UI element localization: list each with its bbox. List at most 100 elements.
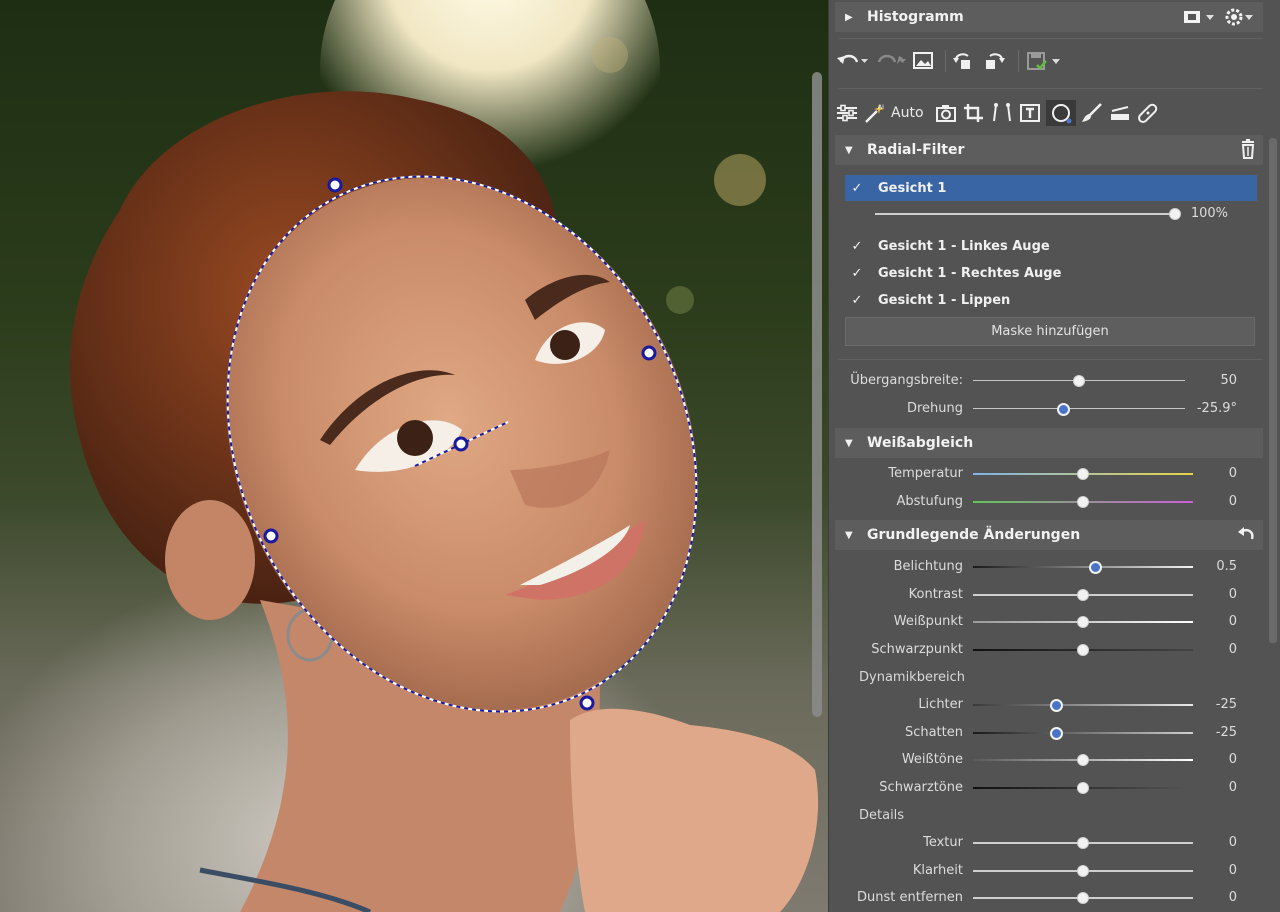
divider: [839, 38, 1263, 39]
white-balance-header[interactable]: ▼ Weißabgleich: [835, 428, 1263, 458]
slider-label: Weißtöne: [901, 752, 963, 767]
details-label: Details: [859, 808, 905, 823]
slider-knob[interactable]: [1077, 782, 1089, 794]
slider-knob[interactable]: [1169, 208, 1181, 220]
slider-knob[interactable]: [1050, 699, 1063, 712]
mask-item[interactable]: ✓ Gesicht 1 - Rechtes Auge: [845, 260, 1257, 286]
mask-label: Gesicht 1 - Lippen: [878, 292, 1011, 308]
slider-value: 0: [1228, 642, 1237, 657]
photo-canvas[interactable]: [0, 0, 828, 912]
blacks-slider[interactable]: Schwarztöne 0: [829, 775, 1269, 801]
slider-label: Textur: [923, 835, 963, 850]
perspective-icon[interactable]: [990, 100, 1014, 126]
canvas-scrollbar[interactable]: [812, 72, 822, 717]
ai-auto-wand-icon[interactable]: AI: [863, 100, 887, 126]
slider-knob[interactable]: [1077, 837, 1089, 849]
brush-icon[interactable]: [1080, 100, 1104, 126]
healing-bandage-icon[interactable]: [1136, 100, 1160, 126]
text-tool-icon[interactable]: [1018, 100, 1042, 126]
slider-label: Abstufung: [896, 494, 963, 509]
checkbox-check-icon[interactable]: ✓: [850, 181, 864, 196]
rotate-right-icon[interactable]: [982, 48, 1008, 74]
trash-icon[interactable]: [1239, 139, 1257, 163]
mask-item[interactable]: ✓ Gesicht 1 - Lippen: [845, 287, 1257, 313]
slider-knob[interactable]: [1077, 468, 1089, 480]
dehaze-slider[interactable]: Dunst entfernen 0: [829, 885, 1269, 911]
slider-knob[interactable]: [1073, 375, 1085, 387]
slider-knob[interactable]: [1077, 892, 1089, 904]
rotation-slider[interactable]: Drehung -25.9°: [829, 396, 1269, 422]
redo-icon[interactable]: [873, 48, 907, 74]
slider-knob[interactable]: [1077, 865, 1089, 877]
slider-track[interactable]: [875, 213, 1175, 215]
panel-scrollbar[interactable]: [1269, 138, 1277, 643]
checkbox-check-icon[interactable]: ✓: [850, 293, 864, 308]
slider-track[interactable]: [973, 408, 1185, 409]
slider-label: Schwarzpunkt: [871, 642, 963, 657]
slider-knob[interactable]: [1077, 616, 1089, 628]
checkbox-check-icon[interactable]: ✓: [850, 239, 864, 254]
collapse-triangle-icon: ▼: [845, 437, 853, 449]
radial-filter-header[interactable]: ▼ Radial-Filter: [835, 135, 1263, 165]
save-icon[interactable]: [1025, 48, 1065, 74]
slider-knob[interactable]: [1050, 727, 1063, 740]
blackpoint-slider[interactable]: Schwarzpunkt 0: [829, 637, 1269, 663]
undo-icon[interactable]: [835, 48, 869, 74]
clipping-display-icon[interactable]: [1183, 8, 1217, 26]
slider-track[interactable]: [973, 732, 1193, 734]
gradient-filter-icon[interactable]: [1108, 100, 1132, 126]
mask-opacity-slider[interactable]: 100%: [829, 201, 1269, 227]
whitepoint-slider[interactable]: Weißpunkt 0: [829, 609, 1269, 635]
basic-adjustments-title: Grundlegende Änderungen: [867, 527, 1081, 543]
tint-slider[interactable]: Abstufung 0: [829, 489, 1269, 515]
slider-label: Dunst entfernen: [857, 890, 963, 905]
mask-item[interactable]: ✓ Gesicht 1: [845, 175, 1257, 201]
slider-value: -25: [1215, 697, 1237, 712]
exposure-slider[interactable]: Belichtung 0.5: [829, 554, 1269, 580]
slider-knob[interactable]: [1077, 754, 1089, 766]
slider-value: 0: [1228, 890, 1237, 905]
transition-width-slider[interactable]: Übergangsbreite: 50: [829, 368, 1269, 394]
mask-item[interactable]: ✓ Gesicht 1 - Linkes Auge: [845, 233, 1257, 259]
highlights-slider[interactable]: Lichter -25: [829, 692, 1269, 718]
adjustments-sliders-icon[interactable]: [835, 100, 859, 126]
settings-gear-icon[interactable]: [1225, 8, 1255, 26]
auto-button[interactable]: Auto: [891, 100, 924, 126]
slider-track[interactable]: [973, 566, 1193, 568]
slider-track[interactable]: [973, 704, 1193, 706]
compare-image-icon[interactable]: [911, 48, 935, 74]
crop-icon[interactable]: [962, 100, 986, 126]
clarity-slider[interactable]: Klarheit 0: [829, 858, 1269, 884]
slider-knob[interactable]: [1077, 496, 1089, 508]
slider-knob[interactable]: [1057, 403, 1070, 416]
slider-label: Schwarztöne: [879, 780, 963, 795]
histogram-options[interactable]: [1183, 8, 1255, 26]
shadows-slider[interactable]: Schatten -25: [829, 720, 1269, 746]
texture-slider[interactable]: Textur 0: [829, 830, 1269, 856]
slider-value: 0: [1228, 614, 1237, 629]
slider-value: -25: [1215, 725, 1237, 740]
basic-adjustments-header[interactable]: ▼ Grundlegende Änderungen: [835, 520, 1263, 550]
whites-slider[interactable]: Weißtöne 0: [829, 747, 1269, 773]
add-mask-button[interactable]: Maske hinzufügen: [845, 317, 1255, 346]
slider-knob[interactable]: [1077, 589, 1089, 601]
slider-label: Temperatur: [888, 466, 963, 481]
slider-label: Klarheit: [912, 863, 963, 878]
rotate-left-icon[interactable]: [952, 48, 978, 74]
mask-label: Gesicht 1 - Linkes Auge: [878, 238, 1050, 254]
histogram-header[interactable]: ▶ Histogramm: [835, 2, 1263, 32]
histogram-title: Histogramm: [867, 9, 964, 25]
slider-value: 0: [1228, 752, 1237, 767]
slider-knob[interactable]: [1077, 644, 1089, 656]
temperature-slider[interactable]: Temperatur 0: [829, 461, 1269, 487]
slider-value: 0: [1228, 494, 1237, 509]
collapse-triangle-icon: ▼: [845, 144, 853, 156]
contrast-slider[interactable]: Kontrast 0: [829, 582, 1269, 608]
checkbox-check-icon[interactable]: ✓: [850, 266, 864, 281]
slider-label: Schatten: [904, 725, 963, 740]
slider-knob[interactable]: [1089, 561, 1102, 574]
radial-filter-icon[interactable]: [1045, 100, 1076, 126]
reset-arrow-icon[interactable]: [1237, 525, 1255, 547]
slider-value: 100%: [1190, 206, 1228, 221]
camera-icon[interactable]: [934, 100, 958, 126]
